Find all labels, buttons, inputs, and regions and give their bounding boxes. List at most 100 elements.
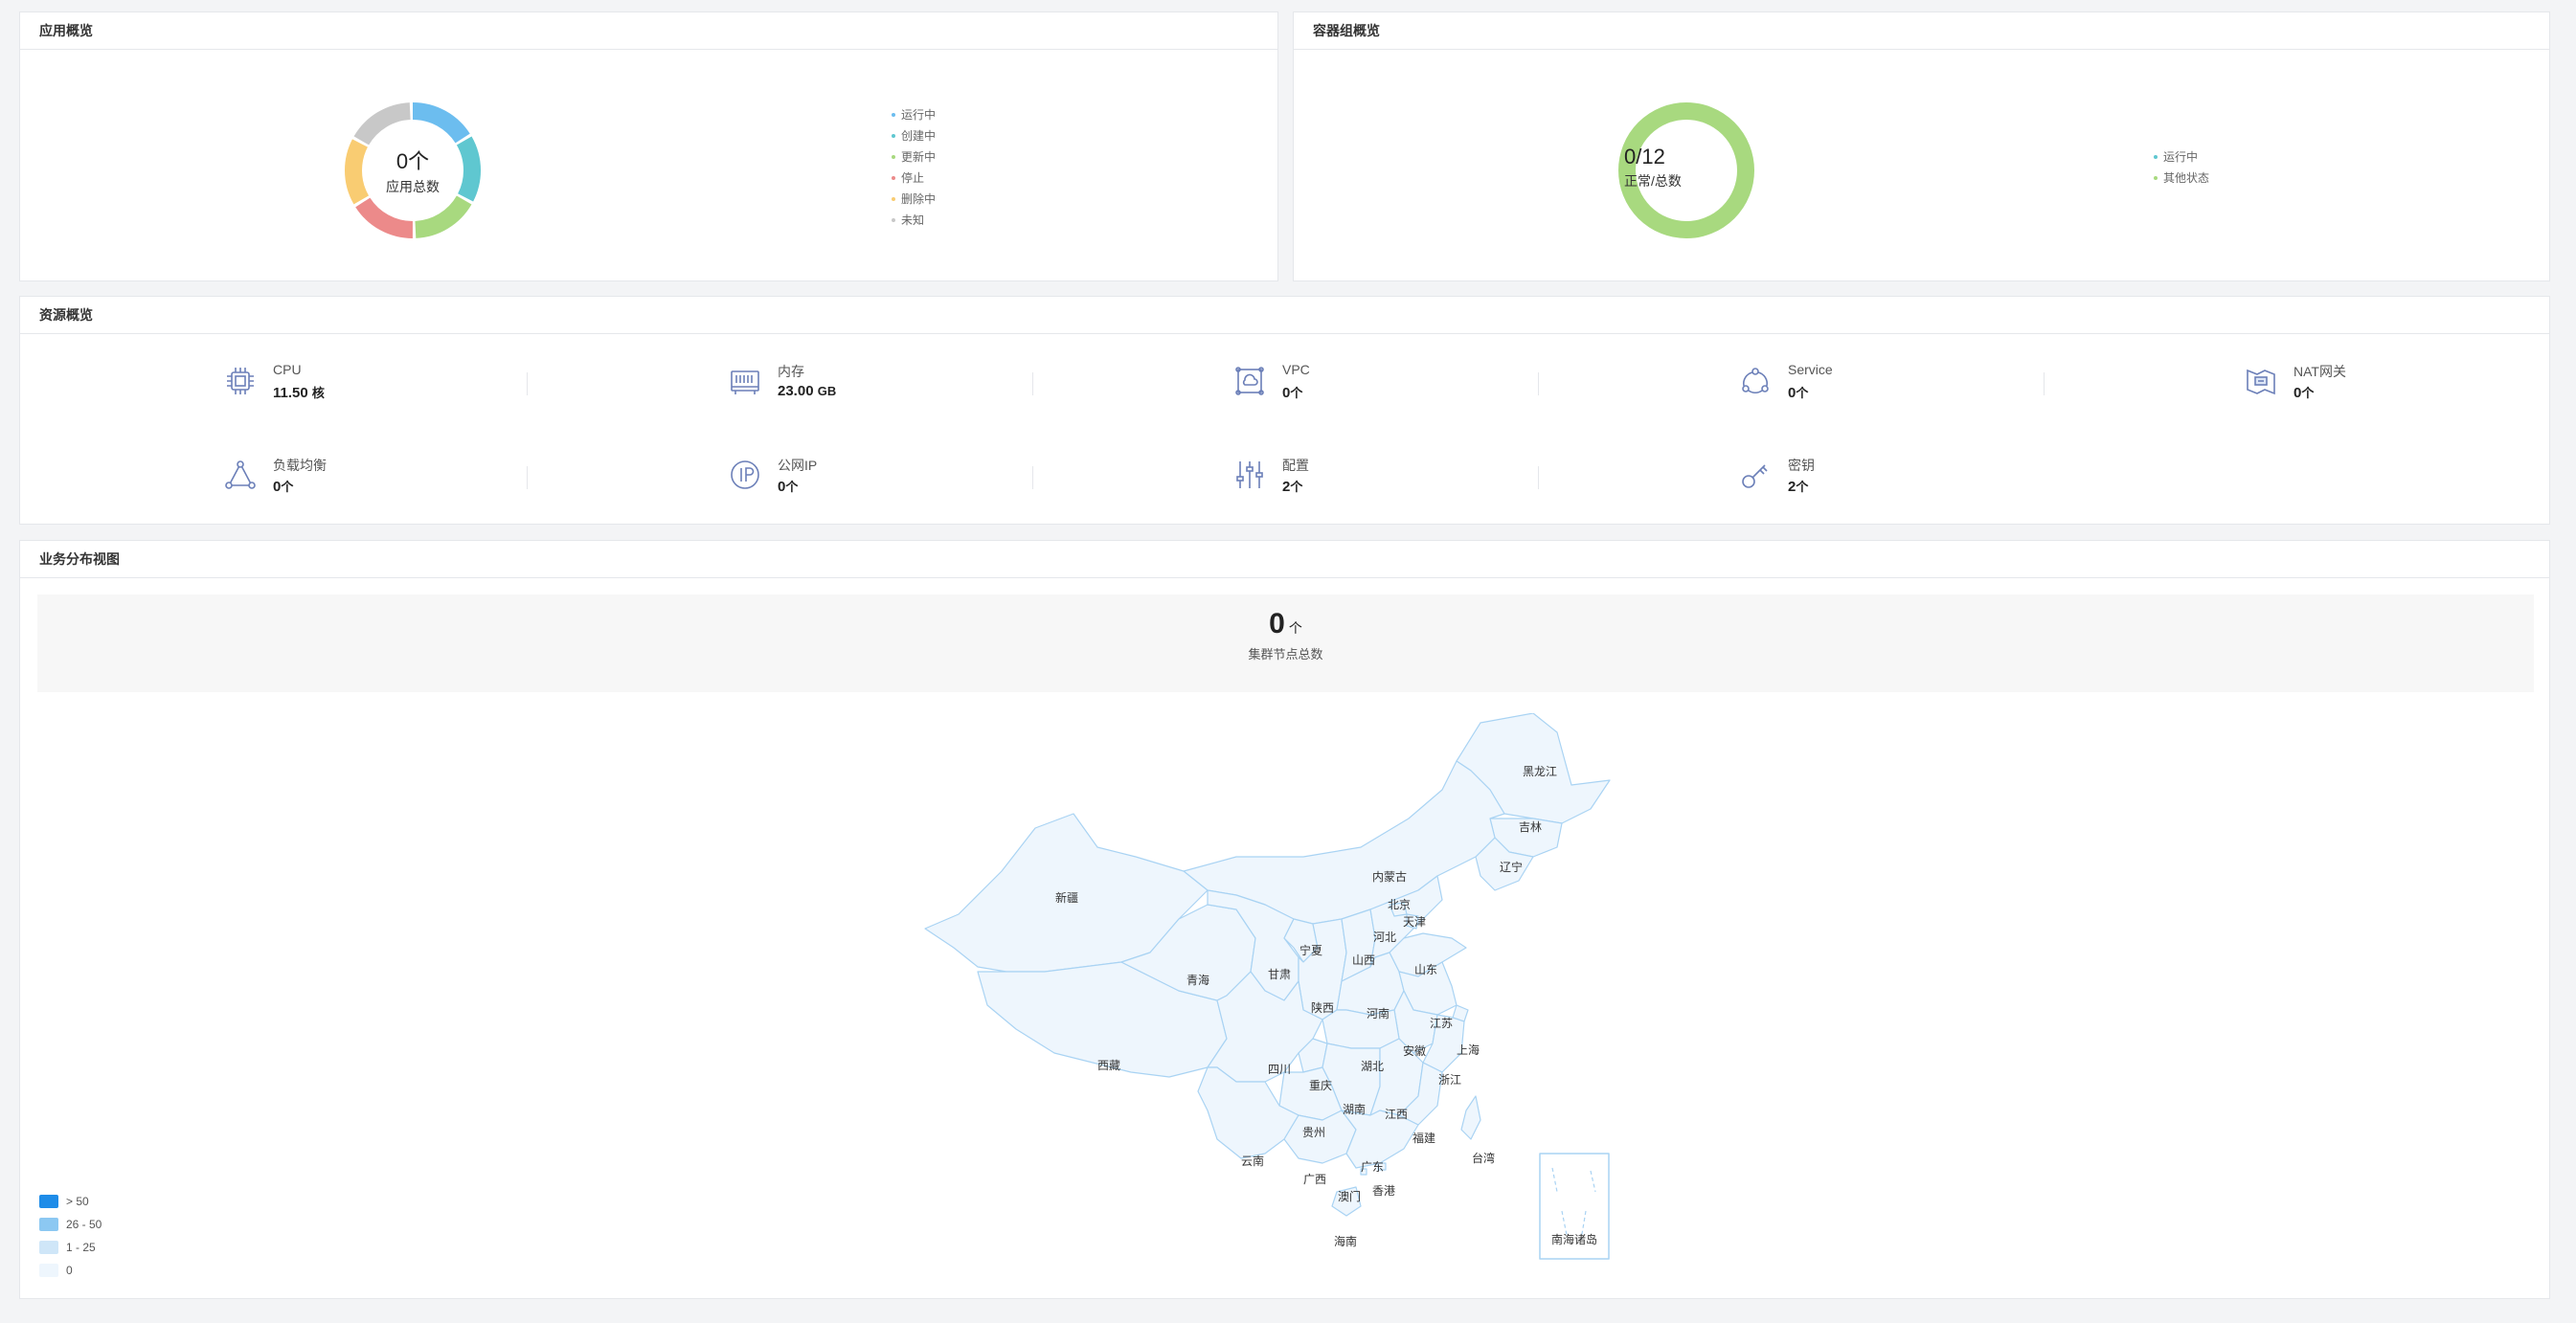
resource-value: 0个 — [2294, 383, 2314, 401]
province-label: 西藏 — [1097, 1059, 1120, 1072]
map-legend-swatch — [39, 1195, 58, 1208]
resource-label: 密钥 — [1788, 458, 1815, 473]
resource-unit: 个 — [1796, 480, 1809, 494]
resource-service[interactable]: Service 0个 — [1738, 354, 1930, 412]
legend-item[interactable]: 停止 — [892, 168, 936, 189]
map-legend-swatch — [39, 1218, 58, 1231]
province-label: 山西 — [1352, 953, 1375, 967]
divider — [1538, 372, 1539, 395]
resource-public-ip[interactable]: 公网IP 0个 — [728, 448, 919, 505]
map-legend-label: > 50 — [66, 1195, 89, 1208]
province-label: 湖北 — [1361, 1059, 1384, 1073]
province-label: 广西 — [1303, 1173, 1326, 1186]
divider — [1032, 466, 1033, 489]
resource-number: 23.00 — [778, 383, 814, 399]
province-label: 南海诸岛 — [1551, 1232, 1597, 1246]
node-total-value: 0个 — [1269, 608, 1302, 639]
resource-memory[interactable]: 内存 23.00 GB — [728, 354, 919, 412]
inset-islands — [1551, 1167, 1596, 1241]
legend-dot — [2154, 176, 2158, 180]
resource-value: 11.50 核 — [273, 383, 325, 401]
resource-number: 11.50 — [273, 385, 308, 401]
map-legend: > 50 26 - 50 1 - 25 0 — [39, 1190, 102, 1282]
province-label: 内蒙古 — [1372, 869, 1407, 884]
divider — [1538, 466, 1539, 489]
resource-config[interactable]: 配置 2个 — [1232, 448, 1424, 505]
resource-unit: 个 — [785, 480, 799, 494]
pod-overview-title: 容器组概览 — [1294, 12, 2549, 50]
node-total-label: 集群节点总数 — [1248, 647, 1323, 662]
province-label: 香港 — [1372, 1184, 1395, 1198]
map-legend-item[interactable]: > 50 — [39, 1190, 102, 1213]
province-label: 广东 — [1361, 1160, 1384, 1174]
province-label: 安徽 — [1403, 1043, 1426, 1058]
resource-cpu[interactable]: CPU 11.50 核 — [223, 354, 415, 412]
province-label: 山东 — [1414, 963, 1437, 976]
app-total: 0个 应用总数 — [336, 145, 489, 196]
resource-unit: 个 — [1796, 386, 1809, 400]
app-total-value: 0个 — [395, 149, 430, 173]
map-legend-item[interactable]: 0 — [39, 1259, 102, 1282]
map-legend-item[interactable]: 26 - 50 — [39, 1213, 102, 1236]
legend-dot — [2154, 155, 2158, 159]
resource-load-balancer[interactable]: 负载均衡 0个 — [223, 448, 415, 505]
legend-item[interactable]: 运行中 — [892, 104, 936, 125]
legend-item[interactable]: 更新中 — [892, 146, 936, 168]
legend-item[interactable]: 删除中 — [892, 189, 936, 210]
resource-label: 内存 — [778, 364, 804, 379]
china-map[interactable]: 黑龙江吉林辽宁内蒙古北京天津河北 新疆宁夏山西山东青海 甘肃陕西 河南江苏上海西藏 四川… — [920, 713, 1686, 1288]
resource-unit: 个 — [281, 480, 294, 494]
resource-nat-gateway[interactable]: NAT网关 0个 — [2244, 354, 2435, 412]
public-ip-icon — [731, 460, 759, 489]
legend-label: 运行中 — [901, 108, 937, 122]
province-label: 澳门 — [1338, 1189, 1361, 1203]
key-icon — [1742, 464, 1768, 488]
resource-vpc[interactable]: VPC 0个 — [1232, 354, 1424, 412]
node-total-unit: 个 — [1288, 620, 1302, 636]
cpu-icon — [227, 368, 254, 394]
divider — [1032, 372, 1033, 395]
province-label: 天津 — [1403, 915, 1426, 929]
province-label: 河北 — [1373, 931, 1396, 944]
resource-label: 负载均衡 — [273, 458, 327, 473]
config-icon — [1236, 461, 1263, 488]
resource-value: 0个 — [1788, 383, 1808, 401]
province-label: 湖南 — [1343, 1102, 1366, 1116]
province-label: 北京 — [1388, 898, 1411, 911]
resource-value: 0个 — [1282, 383, 1302, 401]
legend-label: 停止 — [901, 171, 925, 185]
province-label: 四川 — [1268, 1063, 1291, 1076]
pod-total-label: 正常/总数 — [1624, 173, 1682, 189]
legend-item[interactable]: 未知 — [892, 210, 936, 231]
resource-unit: 个 — [2301, 386, 2315, 400]
legend-label: 创建中 — [901, 129, 937, 143]
legend-dot — [892, 134, 895, 138]
legend-label: 删除中 — [901, 192, 937, 206]
pod-total: 0/12 正常/总数 — [1624, 145, 1729, 191]
map-legend-label: 26 - 50 — [66, 1218, 102, 1231]
legend-item[interactable]: 其他状态 — [2154, 168, 2209, 189]
legend-item[interactable]: 创建中 — [892, 125, 936, 146]
resource-value: 2个 — [1282, 477, 1302, 495]
resource-label: 配置 — [1282, 458, 1309, 473]
legend-item[interactable]: 运行中 — [2154, 146, 2209, 168]
map-legend-item[interactable]: 1 - 25 — [39, 1236, 102, 1259]
resource-value: 2个 — [1788, 477, 1808, 495]
province-label: 甘肃 — [1268, 968, 1291, 981]
distribution-card: 业务分布视图 0个 集群节点总数 黑龙江 吉林 辽宁 内蒙古 北京 天津 河北 … — [19, 540, 2550, 1299]
province-label: 重庆 — [1309, 1079, 1332, 1092]
resource-label: 公网IP — [778, 458, 818, 473]
divider — [527, 466, 528, 489]
province-label: 上海 — [1457, 1043, 1480, 1057]
resource-secret[interactable]: 密钥 2个 — [1738, 448, 1930, 505]
legend-dot — [892, 197, 895, 201]
legend-dot — [892, 113, 895, 117]
province-label: 江苏 — [1430, 1017, 1453, 1030]
map-legend-swatch — [39, 1264, 58, 1277]
load-balancer-icon — [225, 460, 256, 489]
app-overview-title: 应用概览 — [20, 12, 1277, 50]
province-taiwan[interactable] — [1460, 1095, 1481, 1140]
node-total: 0个 — [37, 594, 2534, 640]
divider — [2044, 372, 2045, 395]
legend-dot — [892, 155, 895, 159]
